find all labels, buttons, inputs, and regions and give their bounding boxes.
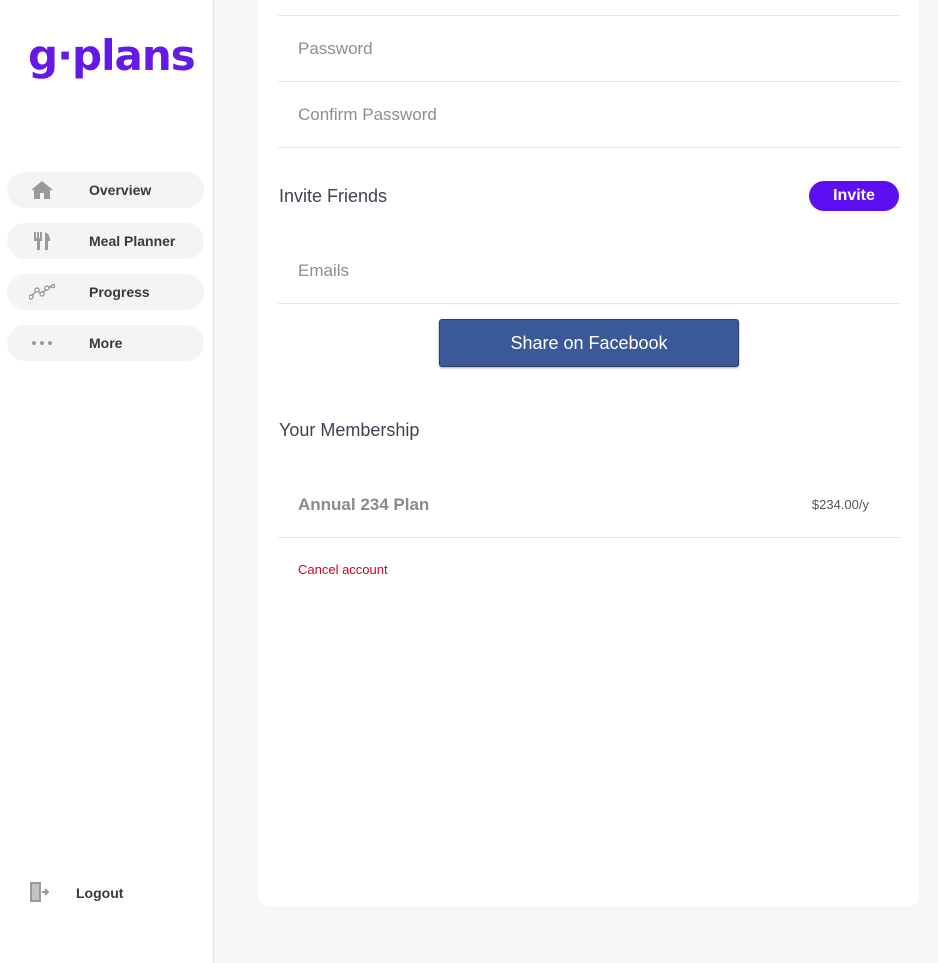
sidebar-item-label: Meal Planner bbox=[89, 233, 176, 249]
password-field[interactable]: Password bbox=[278, 16, 900, 82]
plan-price: $234.00/y bbox=[811, 497, 869, 512]
confirm-password-placeholder: Confirm Password bbox=[298, 105, 437, 124]
gplans-logo[interactable]: g·plans bbox=[28, 30, 196, 82]
utensils-icon bbox=[29, 231, 55, 251]
emails-field[interactable]: Emails bbox=[278, 238, 900, 304]
sidebar-item-overview[interactable]: Overview bbox=[7, 172, 204, 208]
cancel-account-link[interactable]: Cancel account bbox=[298, 562, 388, 577]
logout-label: Logout bbox=[76, 885, 124, 901]
invite-button[interactable]: Invite bbox=[809, 181, 899, 211]
sidebar: g·plans Overview Meal Planner Progress M… bbox=[0, 0, 214, 963]
password-placeholder: Password bbox=[298, 39, 373, 58]
progress-chart-icon bbox=[29, 282, 55, 302]
logout-button[interactable]: Logout bbox=[28, 880, 168, 906]
sidebar-item-progress[interactable]: Progress bbox=[7, 274, 204, 310]
emails-placeholder: Emails bbox=[298, 261, 350, 280]
confirm-password-field[interactable]: Confirm Password bbox=[278, 82, 900, 148]
membership-plan-row: Annual 234 Plan $234.00/y bbox=[278, 472, 900, 538]
share-on-facebook-button[interactable]: Share on Facebook bbox=[439, 319, 739, 367]
sidebar-item-label: Progress bbox=[89, 284, 150, 300]
home-icon bbox=[29, 180, 55, 200]
settings-card: Password Confirm Password Invite Friends… bbox=[258, 0, 919, 906]
more-dots-icon bbox=[29, 333, 55, 353]
invite-friends-title: Invite Friends bbox=[279, 186, 388, 206]
plan-name: Annual 234 Plan bbox=[298, 495, 430, 514]
logout-icon bbox=[28, 882, 50, 902]
sidebar-item-label: Overview bbox=[89, 182, 152, 198]
sidebar-item-label: More bbox=[89, 335, 123, 351]
sidebar-item-more[interactable]: More bbox=[7, 325, 204, 361]
membership-title: Your Membership bbox=[279, 420, 420, 440]
sidebar-item-meal-planner[interactable]: Meal Planner bbox=[7, 223, 204, 259]
